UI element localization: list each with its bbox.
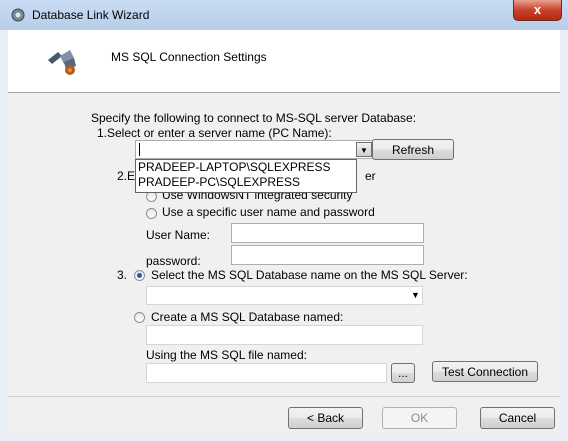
create-db-label: Create a MS SQL Database named:	[151, 310, 344, 324]
test-connection-button[interactable]: Test Connection	[432, 361, 538, 382]
instructions-text: Specify the following to connect to MS-S…	[91, 111, 417, 125]
db-file-label: Using the MS SQL file named:	[146, 348, 307, 362]
password-input[interactable]	[231, 245, 424, 265]
server-name-combobox[interactable]: ▼	[135, 140, 373, 159]
chevron-down-icon: ▼	[360, 146, 368, 155]
create-db-name-input[interactable]	[146, 325, 423, 345]
footer-divider	[8, 396, 560, 397]
step2-label-suffix: er	[365, 169, 376, 183]
window-title: Database Link Wizard	[32, 8, 150, 22]
select-db-radio[interactable]	[134, 270, 145, 281]
specific-user-radio[interactable]	[146, 208, 157, 219]
password-label: password:	[146, 254, 201, 268]
select-db-label: Select the MS SQL Database name on the M…	[151, 268, 468, 282]
database-select[interactable]: ▼	[146, 286, 423, 305]
username-label: User Name:	[146, 228, 211, 242]
browse-file-button[interactable]: ...	[391, 363, 415, 383]
refresh-button[interactable]: Refresh	[372, 139, 454, 160]
wizard-client-area: MS SQL Connection Settings Specify the f…	[8, 30, 560, 433]
username-input[interactable]	[231, 223, 424, 243]
step2-label-prefix: 2.E	[117, 169, 136, 183]
step3-number: 3.	[117, 268, 128, 282]
server-name-label: 1.Select or enter a server name (PC Name…	[97, 126, 332, 140]
cancel-button[interactable]: Cancel	[480, 407, 555, 429]
ok-button[interactable]: OK	[382, 407, 457, 429]
specific-user-label: Use a specific user name and password	[162, 205, 375, 219]
close-button[interactable]: x	[513, 0, 562, 21]
server-dropdown-list: PRADEEP-LAPTOP\SQLEXPRESS PRADEEP-PC\SQL…	[135, 159, 357, 193]
database-link-wizard-window: Database Link Wizard x MS SQL Connection…	[0, 0, 568, 441]
title-bar: Database Link Wizard x	[0, 0, 568, 30]
create-db-radio[interactable]	[134, 312, 145, 323]
back-button[interactable]: < Back	[288, 407, 363, 429]
server-option-laptop[interactable]: PRADEEP-LAPTOP\SQLEXPRESS	[136, 160, 356, 175]
chevron-down-icon: ▼	[411, 290, 420, 300]
close-icon: x	[533, 2, 542, 17]
database-connector-icon	[48, 50, 76, 75]
server-option-pc[interactable]: PRADEEP-PC\SQLEXPRESS	[136, 175, 356, 190]
server-combo-dropdown-button[interactable]: ▼	[356, 142, 372, 157]
db-file-input[interactable]	[146, 363, 387, 383]
wizard-app-icon	[11, 8, 25, 22]
wizard-page-title: MS SQL Connection Settings	[111, 50, 267, 64]
text-caret	[139, 143, 140, 156]
wizard-header: MS SQL Connection Settings	[8, 30, 560, 93]
